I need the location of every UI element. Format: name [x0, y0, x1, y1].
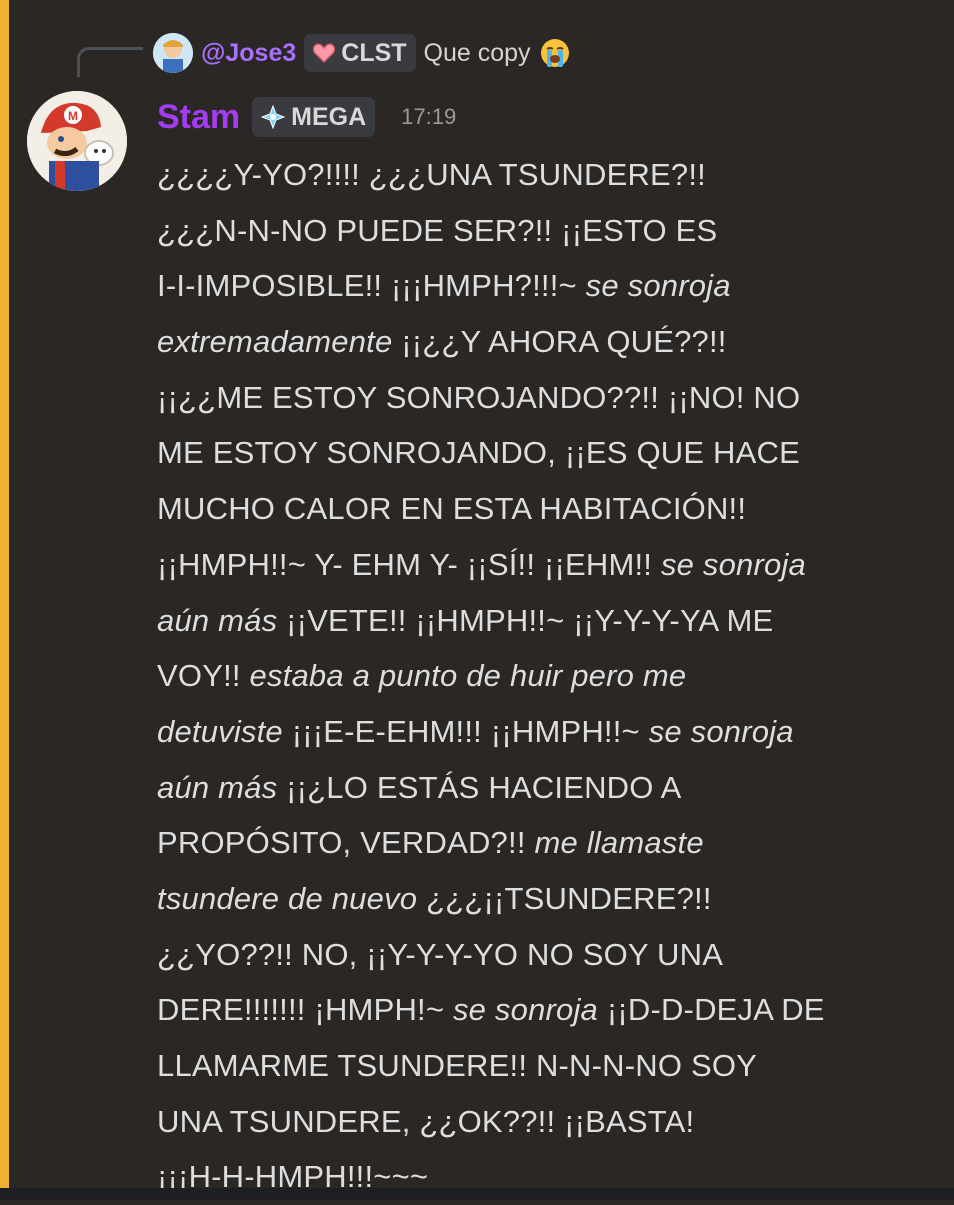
- heart-icon: [313, 43, 336, 63]
- author-avatar[interactable]: M: [27, 91, 127, 191]
- message-line: UNA TSUNDERE, ¿¿OK??!! ¡¡BASTA!: [157, 1094, 937, 1150]
- loudly-crying-face-icon: [540, 39, 569, 67]
- message-italic-segment: estaba a punto de huir pero me: [249, 658, 687, 694]
- message-timestamp[interactable]: 17:19: [401, 104, 456, 130]
- message-italic-segment: tsundere de nuevo: [157, 880, 418, 916]
- message-line: aún más ¡¡VETE!! ¡¡HMPH!!~ ¡¡Y-Y-Y-YA ME: [157, 593, 937, 649]
- message-italic-segment: se sonroja: [452, 992, 598, 1028]
- message-text-segment: PROPÓSITO, VERDAD?!!: [157, 825, 535, 861]
- author-name[interactable]: Stam: [157, 98, 240, 137]
- bottom-edge: [0, 1188, 954, 1200]
- message-line: PROPÓSITO, VERDAD?!! me llamaste: [157, 815, 937, 871]
- message-line: ¿¿¿¿Y-YO?!!!! ¿¿¿UNA TSUNDERE?!!: [157, 147, 937, 203]
- message-line: ¡¡¿¿ME ESTOY SONROJANDO??!! ¡¡NO! NO: [157, 370, 937, 426]
- message-content: ¿¿¿¿Y-YO?!!!! ¿¿¿UNA TSUNDERE?!! ¿¿¿N-N-N…: [157, 147, 937, 1205]
- reply-avatar[interactable]: [153, 33, 193, 73]
- message-text-segment: ME ESTOY SONROJANDO, ¡¡ES QUE HACE: [157, 435, 800, 471]
- message-text-segment: ¡¡VETE!! ¡¡HMPH!!~ ¡¡Y-Y-Y-YA ME: [277, 602, 774, 638]
- message-text-segment: I-I-IMPOSIBLE!! ¡¡¡HMPH?!!!~: [157, 268, 586, 304]
- author-role-tag-label: MEGA: [291, 102, 367, 131]
- message-italic-segment: detuviste: [157, 713, 283, 749]
- message-italic-segment: me llamaste: [534, 825, 704, 861]
- message-text-segment: ¿¿¿¿Y-YO?!!!! ¿¿¿UNA TSUNDERE?!!: [157, 157, 706, 192]
- message-line: MUCHO CALOR EN ESTA HABITACIÓN!!: [157, 481, 937, 537]
- message-line: DERE!!!!!!! ¡HMPH!~ se sonroja ¡¡D-D-DEJ…: [157, 982, 937, 1038]
- message-text-segment: MUCHO CALOR EN ESTA HABITACIÓN!!: [157, 491, 747, 527]
- message-header: Stam MEGA 17:19: [157, 92, 456, 142]
- message-italic-segment: aún más: [157, 602, 278, 638]
- message-line: extremadamente ¡¡¿¿Y AHORA QUÉ??!!: [157, 314, 937, 370]
- message-italic-segment: se sonroja: [585, 268, 731, 304]
- message-text-segment: UNA TSUNDERE, ¿¿OK??!! ¡¡BASTA!: [157, 1103, 695, 1139]
- message-line: I-I-IMPOSIBLE!! ¡¡¡HMPH?!!!~ se sonroja: [157, 258, 937, 314]
- message-italic-segment: se sonroja: [660, 546, 806, 582]
- message-italic-segment: aún más: [157, 769, 278, 805]
- message-text-segment: ¡¡¿¿ME ESTOY SONROJANDO??!! ¡¡NO! NO: [157, 379, 801, 415]
- message-italic-segment: extremadamente: [157, 324, 393, 360]
- reply-role-tag-label: CLST: [341, 38, 407, 67]
- message-text-segment: ¡¡¿¿Y AHORA QUÉ??!!: [392, 324, 727, 360]
- message-line: ¡¡HMPH!!~ Y- EHM Y- ¡¡SÍ!! ¡¡EHM!! se so…: [157, 537, 937, 593]
- reply-connector: [77, 47, 143, 77]
- message-text-segment: ¿¿YO??!! NO, ¡¡Y-Y-Y-YO NO SOY UNA: [157, 936, 724, 972]
- message-text-segment: ¿¿¿¡¡TSUNDERE?!!: [417, 880, 712, 916]
- mention-highlight-bar: [0, 0, 9, 1200]
- message-text-segment: ¿¿¿N-N-NO PUEDE SER?!! ¡¡ESTO ES: [157, 212, 718, 248]
- message-text-segment: ¡¡¿LO ESTÁS HACIENDO A: [277, 769, 682, 805]
- message-line: ¿¿YO??!! NO, ¡¡Y-Y-Y-YO NO SOY UNA: [157, 927, 937, 983]
- reply-username[interactable]: @Jose3: [201, 39, 296, 68]
- message-text-segment: LLAMARME TSUNDERE!! N-N-N-NO SOY: [157, 1048, 758, 1083]
- reply-text: Que copy: [423, 38, 531, 67]
- message-italic-segment: se sonroja: [648, 713, 794, 749]
- message-line: LLAMARME TSUNDERE!! N-N-N-NO SOY: [157, 1038, 937, 1094]
- message-line: aún más ¡¡¿LO ESTÁS HACIENDO A: [157, 760, 937, 816]
- message-line: ¿¿¿N-N-NO PUEDE SER?!! ¡¡ESTO ES: [157, 203, 937, 259]
- message-text-segment: ¡¡¡E-E-EHM!!! ¡¡HMPH!!~: [282, 713, 649, 749]
- author-role-tag[interactable]: MEGA: [252, 97, 376, 137]
- message-text-segment: DERE!!!!!!! ¡HMPH!~: [157, 992, 453, 1028]
- message-line: ME ESTOY SONROJANDO, ¡¡ES QUE HACE: [157, 425, 937, 481]
- message-line: detuviste ¡¡¡E-E-EHM!!! ¡¡HMPH!!~ se son…: [157, 704, 937, 760]
- reply-preview[interactable]: @Jose3 CLST Que copy: [153, 30, 571, 76]
- message-line: VOY!! estaba a punto de huir pero me: [157, 648, 937, 704]
- diamond-icon: [261, 105, 286, 129]
- message-text-segment: ¡¡HMPH!!~ Y- EHM Y- ¡¡SÍ!! ¡¡EHM!!: [157, 546, 661, 582]
- message-text-segment: ¡¡D-D-DEJA DE: [598, 992, 825, 1028]
- message-text-segment: VOY!!: [157, 658, 250, 694]
- message-line: tsundere de nuevo ¿¿¿¡¡TSUNDERE?!!: [157, 871, 937, 927]
- reply-role-tag[interactable]: CLST: [304, 34, 416, 72]
- svg-text:M: M: [68, 109, 78, 123]
